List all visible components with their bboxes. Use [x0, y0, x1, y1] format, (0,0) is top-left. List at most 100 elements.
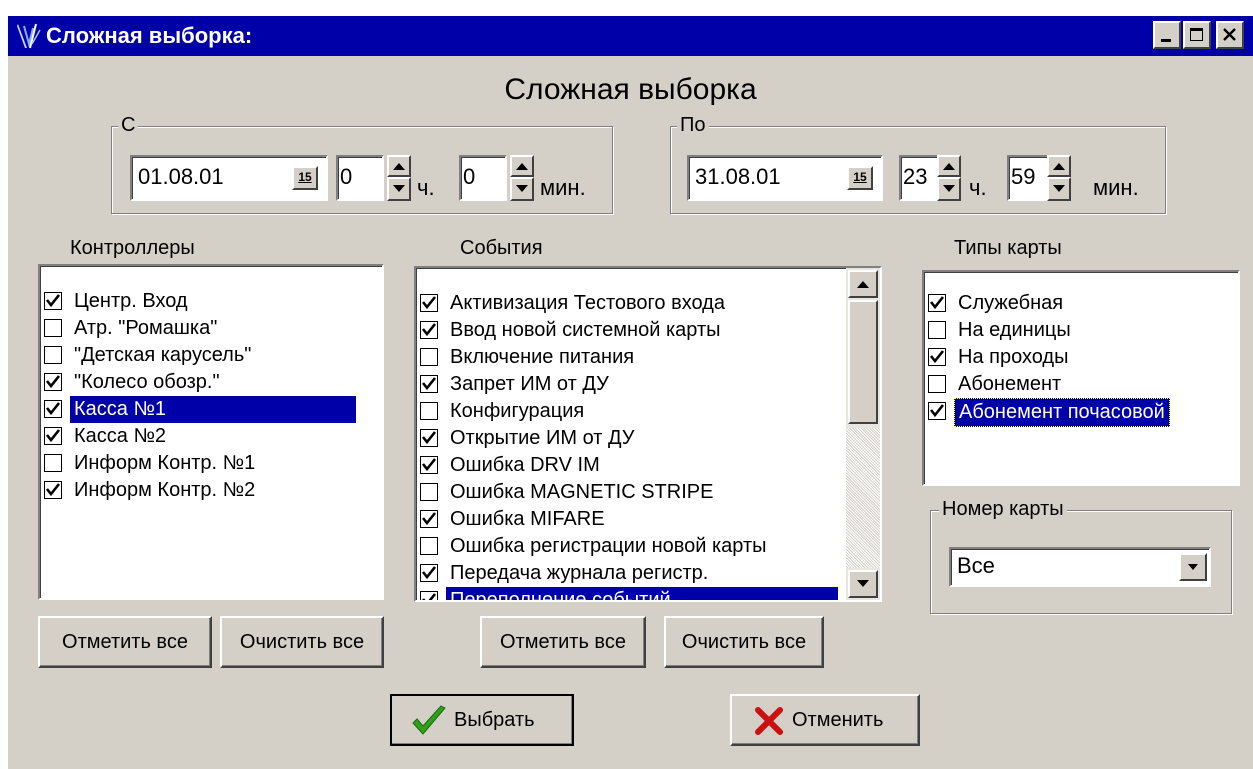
list-item[interactable]: Центр. Вход	[44, 288, 382, 315]
list-item[interactable]: Ошибка DRV IM	[420, 452, 850, 479]
scroll-thumb[interactable]	[848, 300, 878, 424]
check-icon	[929, 296, 945, 310]
checkbox-unchecked[interactable]	[44, 319, 62, 337]
list-item[interactable]: Передача журнала регистр.	[420, 560, 850, 587]
from-minutes-up-button[interactable]	[510, 155, 534, 177]
list-item[interactable]: Служебная	[928, 290, 1238, 317]
select-button[interactable]: Выбрать	[390, 694, 574, 746]
card-number-select[interactable]: Все	[949, 547, 1211, 587]
from-minutes-field[interactable]: 0	[459, 155, 507, 201]
events-check-all-button[interactable]: Отметить все	[480, 616, 646, 668]
list-item[interactable]: Запрет ИМ от ДУ	[420, 371, 850, 398]
to-hours-down-button[interactable]	[937, 177, 961, 201]
checkbox-checked[interactable]	[44, 427, 62, 445]
list-item[interactable]: Абонемент почасовой	[928, 398, 1238, 427]
to-hours-up-button[interactable]	[937, 155, 961, 177]
checkbox-unchecked[interactable]	[420, 537, 438, 555]
checkbox-unchecked[interactable]	[420, 402, 438, 420]
list-item-label: Атр. "Ромашка"	[74, 317, 218, 339]
checkbox-unchecked[interactable]	[420, 348, 438, 366]
checkbox-checked[interactable]	[928, 294, 946, 312]
list-item-label: Служебная	[958, 292, 1064, 314]
card-number-group: Номер карты Все	[930, 497, 1232, 614]
controllers-check-all-label: Отметить все	[62, 631, 188, 653]
list-item[interactable]: Информ Контр. №2	[44, 477, 382, 504]
from-hours-down-button[interactable]	[387, 177, 411, 201]
controllers-clear-all-button[interactable]: Очистить все	[220, 616, 384, 668]
from-date-field[interactable]: 01.08.01 15	[130, 155, 328, 201]
from-hours-value: 0	[340, 164, 353, 189]
list-item[interactable]: Открытие ИМ от ДУ	[420, 425, 850, 452]
events-clear-all-button[interactable]: Очистить все	[664, 616, 824, 668]
list-item[interactable]: Ошибка MAGNETIC STRIPE	[420, 479, 850, 506]
list-item[interactable]: Ввод новой системной карты	[420, 317, 850, 344]
checkbox-checked[interactable]	[44, 400, 62, 418]
checkbox-checked[interactable]	[420, 510, 438, 528]
minimize-button[interactable]	[1153, 21, 1181, 49]
check-icon	[421, 566, 437, 580]
checkbox-unchecked[interactable]	[928, 321, 946, 339]
to-minutes-up-button[interactable]	[1047, 155, 1071, 177]
list-item[interactable]: Конфигурация	[420, 398, 850, 425]
to-date-field[interactable]: 31.08.01 15	[687, 155, 883, 201]
checkbox-checked[interactable]	[420, 456, 438, 474]
controllers-check-all-button[interactable]: Отметить все	[38, 616, 212, 668]
checkbox-checked[interactable]	[928, 348, 946, 366]
from-hours-field[interactable]: 0	[336, 155, 384, 201]
checkbox-unchecked[interactable]	[420, 483, 438, 501]
cancel-button[interactable]: Отменить	[730, 694, 920, 746]
list-item[interactable]: Ошибка регистрации новой карты	[420, 533, 850, 560]
checkbox-checked[interactable]	[420, 375, 438, 393]
scroll-up-button[interactable]	[848, 270, 878, 298]
checkbox-unchecked[interactable]	[44, 346, 62, 364]
checkbox-checked[interactable]	[44, 373, 62, 391]
title-bar[interactable]: Сложная выборка:	[8, 16, 1253, 56]
to-hours-field[interactable]: 23	[899, 155, 939, 201]
to-hours-unit: ч.	[969, 175, 987, 200]
checkbox-checked[interactable]	[420, 294, 438, 312]
from-minutes-down-button[interactable]	[510, 177, 534, 201]
checkbox-checked[interactable]	[44, 481, 62, 499]
to-hours-value: 23	[903, 164, 928, 189]
list-item[interactable]: На единицы	[928, 317, 1238, 344]
list-item[interactable]: На проходы	[928, 344, 1238, 371]
from-calendar-button[interactable]: 15	[292, 166, 318, 190]
list-item[interactable]: Атр. "Ромашка"	[44, 315, 382, 342]
checkbox-checked[interactable]	[44, 292, 62, 310]
card-types-list[interactable]: Служебная На единицы На проходы Абонемент Аб…	[922, 270, 1240, 486]
checkbox-checked[interactable]	[420, 429, 438, 447]
list-item[interactable]: Информ Контр. №1	[44, 450, 382, 477]
checkbox-checked[interactable]	[420, 564, 438, 582]
checkbox-checked[interactable]	[928, 402, 946, 420]
list-item[interactable]: Включение питания	[420, 344, 850, 371]
controllers-list[interactable]: Центр. Вход Атр. "Ромашка" "Детская карусе…	[38, 264, 384, 600]
scrollbar-track[interactable]	[846, 428, 880, 568]
list-item-label: Касса №2	[74, 425, 167, 447]
list-item-label: На единицы	[958, 319, 1071, 341]
list-item[interactable]: Касса №2	[44, 423, 382, 450]
to-minutes-field[interactable]: 59	[1007, 155, 1049, 201]
list-item[interactable]: Ошибка MIFARE	[420, 506, 850, 533]
maximize-button[interactable]	[1183, 21, 1211, 49]
to-minutes-down-button[interactable]	[1047, 177, 1071, 201]
events-scrollbar[interactable]	[846, 268, 880, 600]
close-button[interactable]	[1216, 21, 1244, 49]
to-group: По 31.08.01 15 23 ч. 59 мин.	[670, 113, 1166, 214]
card-number-dropdown-button[interactable]	[1179, 553, 1207, 581]
to-calendar-button[interactable]: 15	[847, 166, 873, 190]
checkbox-unchecked[interactable]	[44, 454, 62, 472]
checkbox-checked[interactable]	[420, 591, 438, 600]
list-item-label: Абонемент	[958, 373, 1062, 395]
list-item[interactable]: Касса №1	[44, 396, 382, 423]
checkbox-checked[interactable]	[420, 321, 438, 339]
list-item[interactable]: Абонемент	[928, 371, 1238, 398]
list-item[interactable]: "Детская карусель"	[44, 342, 382, 369]
list-item[interactable]: "Колесо обозр."	[44, 369, 382, 396]
checkbox-unchecked[interactable]	[928, 375, 946, 393]
events-list[interactable]: Активизация Тестового входа Ввод новой си…	[414, 266, 882, 602]
list-item[interactable]: Переполнение событий	[420, 587, 850, 600]
scroll-down-button[interactable]	[848, 570, 878, 598]
to-legend: По	[677, 113, 709, 137]
list-item[interactable]: Активизация Тестового входа	[420, 290, 850, 317]
from-hours-up-button[interactable]	[387, 155, 411, 177]
